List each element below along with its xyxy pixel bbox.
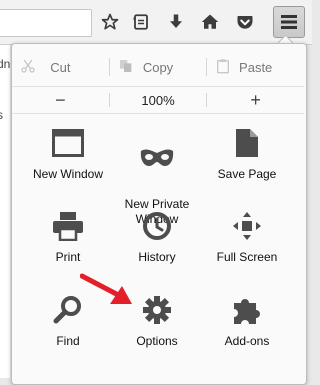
save-page-button[interactable]: Save Page [199, 125, 295, 182]
hamburger-menu-icon[interactable] [273, 6, 305, 38]
page-content-edge: dn s [0, 45, 10, 378]
printer-icon [20, 208, 116, 244]
save-page-icon [199, 125, 295, 161]
history-label: History [138, 250, 176, 264]
options-label: Options [136, 334, 178, 348]
cut-button[interactable]: Cut [12, 52, 109, 82]
find-label: Find [56, 334, 80, 348]
new-window-button[interactable]: New Window [20, 125, 116, 182]
clipboard-icon [215, 58, 231, 77]
copy-button[interactable]: Copy [110, 52, 207, 82]
zoom-out-button[interactable]: − [12, 87, 109, 113]
fullscreen-icon [199, 208, 295, 244]
paste-button[interactable]: Paste [207, 52, 304, 82]
pocket-icon[interactable] [232, 9, 258, 35]
history-button[interactable]: History [109, 208, 205, 265]
private-mask-icon [109, 140, 205, 176]
new-window-label: New Window [32, 167, 104, 181]
clock-icon [109, 208, 205, 244]
reading-list-icon[interactable] [128, 9, 154, 35]
add-ons-label: Add-ons [224, 334, 270, 348]
full-screen-label: Full Screen [216, 250, 278, 264]
print-label: Print [55, 250, 81, 264]
copy-icon [118, 58, 134, 77]
full-screen-button[interactable]: Full Screen [199, 208, 295, 265]
zoom-controls: − 100% + [12, 86, 304, 114]
scissors-icon [20, 58, 36, 77]
print-button[interactable]: Print [20, 208, 116, 265]
annotation-arrow-icon [80, 273, 132, 304]
add-ons-button[interactable]: Add-ons [199, 292, 295, 349]
zoom-in-button[interactable]: + [207, 87, 304, 113]
page-text-fragment: dn [0, 57, 11, 71]
home-icon[interactable] [197, 9, 223, 35]
address-bar[interactable] [0, 9, 92, 37]
download-icon[interactable] [163, 9, 189, 35]
window-icon [20, 125, 116, 161]
save-page-label: Save Page [217, 167, 277, 181]
bookmark-star-icon[interactable] [97, 9, 123, 35]
zoom-reset-button[interactable]: 100% [110, 87, 207, 113]
browser-toolbar [0, 0, 312, 45]
edit-controls: Cut Copy Paste [12, 52, 304, 82]
puzzle-icon [199, 292, 295, 328]
page-text-fragment: s [0, 108, 3, 122]
